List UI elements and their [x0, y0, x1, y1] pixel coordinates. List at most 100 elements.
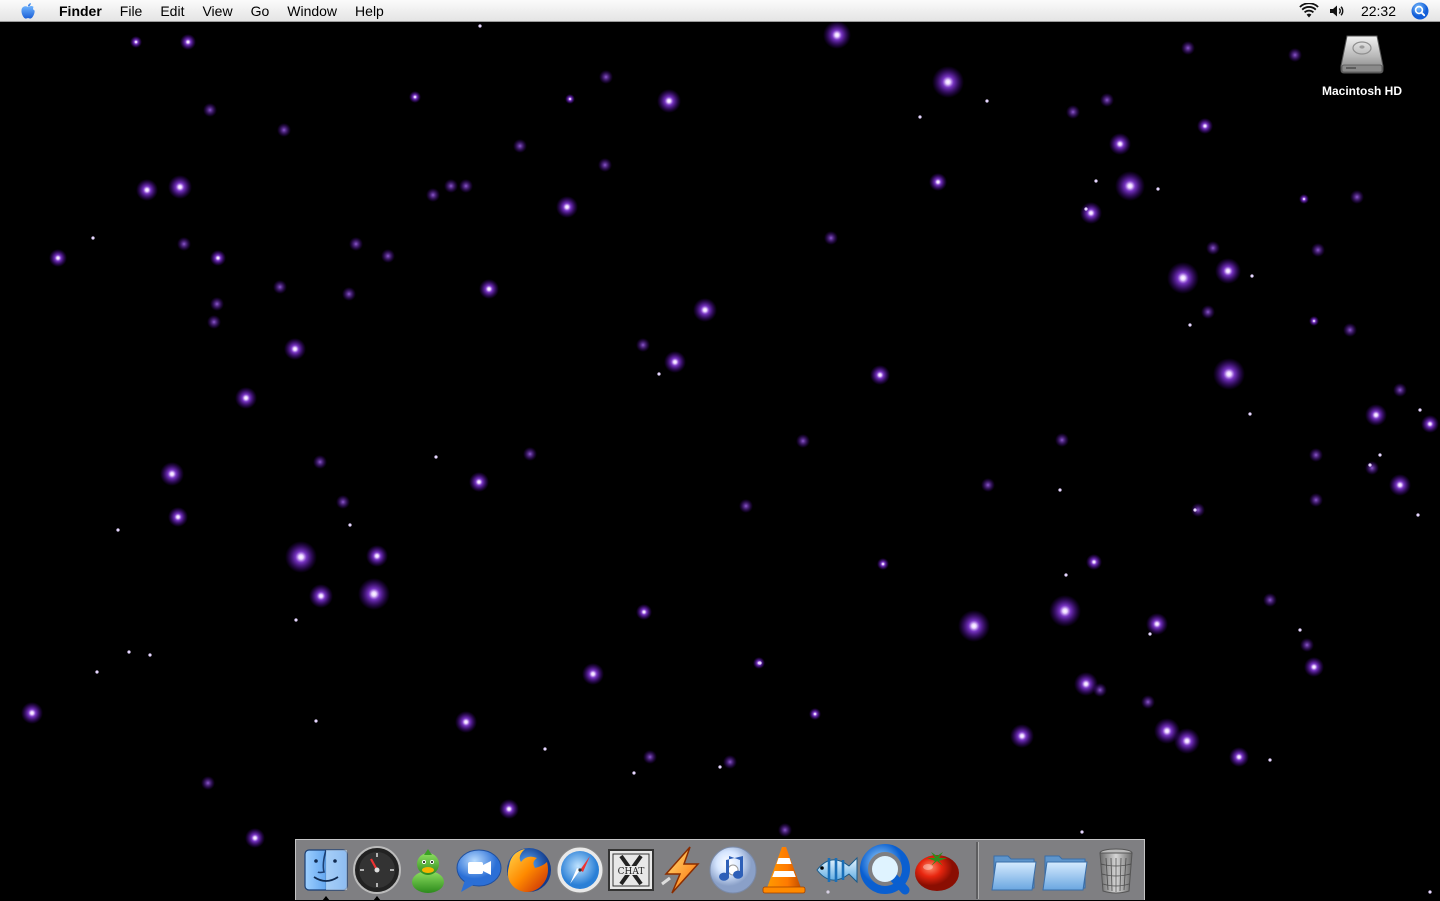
star — [1389, 474, 1411, 496]
star — [1058, 488, 1062, 492]
star — [1191, 503, 1205, 517]
volume-icon[interactable] — [1327, 0, 1347, 22]
lightning-icon — [661, 846, 700, 894]
star — [499, 799, 519, 819]
star — [469, 472, 489, 492]
star — [1288, 48, 1302, 62]
star — [1074, 672, 1098, 696]
starfield-wallpaper — [21, 3, 1439, 894]
star — [1193, 508, 1197, 512]
spotlight-search-icon[interactable] — [1410, 1, 1430, 21]
star — [723, 755, 737, 769]
dock-separator — [976, 842, 979, 899]
star — [294, 618, 298, 622]
star — [1146, 613, 1168, 635]
menu-go[interactable]: Go — [242, 0, 279, 22]
menu-window[interactable]: Window — [278, 0, 346, 22]
dock-ichat[interactable] — [453, 844, 505, 896]
star — [1055, 433, 1069, 447]
star — [523, 447, 537, 461]
star — [95, 670, 99, 674]
star — [314, 719, 318, 723]
dock-quicktime[interactable] — [860, 844, 912, 896]
star — [758, 661, 762, 665]
dock-folder-1[interactable] — [988, 844, 1040, 896]
star — [284, 338, 306, 360]
dock-vlc[interactable] — [758, 844, 810, 896]
star — [349, 237, 363, 251]
dock-lightning-app[interactable] — [656, 844, 708, 896]
star — [1188, 323, 1192, 327]
dock-safari[interactable] — [554, 844, 606, 896]
star — [1418, 408, 1422, 412]
desktop-icon-label: Macintosh HD — [1321, 84, 1402, 98]
star — [824, 231, 838, 245]
star — [1049, 595, 1081, 627]
dock-folder-2[interactable] — [1039, 844, 1091, 896]
star — [693, 298, 717, 322]
star — [657, 89, 681, 113]
star — [929, 173, 947, 191]
star — [409, 91, 421, 103]
star — [1201, 305, 1215, 319]
dock-finder[interactable] — [300, 844, 352, 896]
menu-edit[interactable]: Edit — [151, 0, 193, 22]
dock-dashboard[interactable] — [351, 844, 403, 896]
star — [1094, 179, 1098, 183]
star — [1080, 202, 1102, 224]
star — [1300, 638, 1314, 652]
star — [478, 24, 482, 28]
svg-text:CHAT: CHAT — [618, 867, 645, 877]
menu-file[interactable]: File — [111, 0, 152, 22]
wifi-icon[interactable] — [1297, 0, 1321, 22]
star — [1343, 323, 1357, 337]
star — [21, 702, 43, 724]
star — [1064, 573, 1068, 577]
star — [1393, 383, 1407, 397]
star — [918, 115, 922, 119]
menu-clock[interactable]: 22:32 — [1361, 0, 1396, 22]
star — [1378, 453, 1382, 457]
star — [130, 36, 142, 48]
dock-itunes[interactable] — [707, 844, 759, 896]
menu-view[interactable]: View — [193, 0, 241, 22]
adium-duck-icon — [412, 849, 444, 893]
star — [203, 103, 217, 117]
apple-menu-icon[interactable] — [17, 0, 39, 22]
dock-xchat[interactable]: CHAT — [605, 844, 657, 896]
star — [426, 188, 440, 202]
folder-icon — [991, 855, 1037, 891]
dock-firefox[interactable] — [503, 844, 555, 896]
star — [1309, 316, 1319, 326]
menu-app-finder[interactable]: Finder — [50, 0, 111, 22]
star — [1197, 118, 1213, 134]
star — [1084, 207, 1088, 211]
star — [1250, 274, 1254, 278]
star — [381, 249, 395, 263]
star — [180, 34, 196, 50]
dock: CHAT — [295, 839, 1145, 901]
itunes-icon — [709, 846, 757, 894]
star — [1365, 461, 1379, 475]
xchat-icon: CHAT — [608, 849, 654, 891]
dock-fish[interactable] — [809, 844, 861, 896]
star — [1206, 241, 1220, 255]
dock-tomato[interactable] — [911, 844, 963, 896]
star — [1421, 415, 1439, 433]
star — [358, 578, 390, 610]
dock-trash[interactable] — [1090, 844, 1142, 896]
menu-help[interactable]: Help — [346, 0, 393, 22]
star — [444, 179, 458, 193]
dashboard-icon — [353, 846, 401, 894]
star — [877, 558, 889, 570]
star — [245, 828, 265, 848]
ichat-icon — [456, 849, 502, 892]
star — [136, 179, 158, 201]
star — [313, 455, 327, 469]
desktop-icon-macintosh-hd[interactable]: Macintosh HD — [1310, 30, 1414, 98]
star — [336, 495, 350, 509]
folder-icon — [1042, 855, 1088, 891]
star — [1309, 448, 1323, 462]
star — [985, 99, 989, 103]
dock-adium[interactable] — [402, 844, 454, 896]
